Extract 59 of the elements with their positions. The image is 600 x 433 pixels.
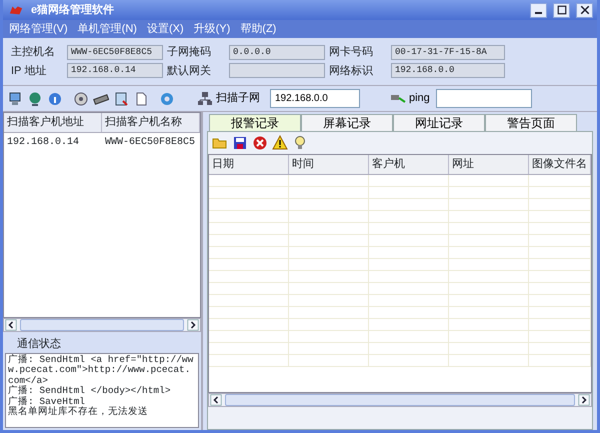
maximize-button[interactable]	[553, 2, 570, 18]
close-button[interactable]	[576, 2, 593, 18]
info-field: 192.168.0.0	[391, 63, 505, 78]
field-label: 网卡号码	[329, 45, 374, 60]
ping-button[interactable]: ping	[388, 90, 432, 107]
scroll-left-icon[interactable]	[4, 319, 18, 331]
column-header[interactable]: 扫描客户机名称	[102, 113, 200, 132]
table-cell-text: 192.168.0.14	[6, 136, 80, 150]
column-header[interactable]: 日期	[209, 155, 289, 174]
field-label: IP 地址	[11, 64, 48, 78]
scan-subnet-button[interactable]: 扫描子网	[195, 90, 262, 107]
computer-icon[interactable]	[7, 90, 23, 106]
minimize-button[interactable]	[530, 2, 547, 18]
tab[interactable]: 网址记录	[393, 114, 485, 131]
column-header[interactable]: 图像文件名	[529, 155, 591, 174]
log-line: 广播: SaveHtml	[8, 396, 86, 406]
horizontal-scrollbar[interactable]	[3, 318, 201, 332]
field-label: 主控机名	[11, 44, 56, 60]
column-header[interactable]: 时间	[289, 155, 369, 174]
info-field: WWW-6EC50F8E8C5	[67, 44, 163, 60]
log-line: 广播: SendHtml <a href="http://www.pcecat.com">http://www.pcecat.com</a>	[8, 354, 194, 386]
menu-item[interactable]: 升级(Y)	[194, 20, 230, 38]
delete-icon[interactable]	[252, 135, 268, 151]
warning-icon[interactable]	[272, 135, 288, 151]
scroll-right-icon[interactable]	[577, 394, 591, 406]
save-icon[interactable]	[232, 135, 248, 151]
log-line: 黑名单网址库不存在，无法发送	[8, 407, 149, 418]
window-title: e猫网络管理软件	[31, 2, 114, 18]
document-scan-icon[interactable]	[113, 90, 129, 106]
network-icon	[197, 90, 213, 106]
column-header[interactable]: 客户机	[369, 155, 449, 174]
tab[interactable]: 报警记录	[209, 114, 301, 131]
menu-item[interactable]: 单机管理(N)	[78, 20, 137, 38]
light-bulb-icon[interactable]	[292, 135, 308, 151]
scroll-right-icon[interactable]	[186, 319, 200, 331]
log-line: 广播: SendHtml </body></html>	[8, 386, 172, 396]
field-label: 网络标识	[329, 64, 374, 78]
info-field: 192.168.0.14	[67, 63, 163, 78]
tab[interactable]: 屏幕记录	[301, 114, 393, 131]
group-title: 通信状态	[16, 336, 62, 352]
menu-item[interactable]: 帮助(Z)	[240, 20, 276, 38]
scroll-left-icon[interactable]	[209, 394, 223, 406]
field-label: 默认网关	[167, 64, 212, 78]
menu-item[interactable]: 设置(X)	[146, 20, 184, 38]
minimize-icon	[535, 12, 542, 14]
close-icon	[578, 4, 590, 16]
field-label: 子网掩码	[167, 45, 212, 60]
column-header[interactable]: 网址	[449, 155, 529, 174]
maximize-icon	[556, 4, 568, 16]
ping-field[interactable]	[436, 89, 532, 108]
table-cell-text: WWW-6EC50F8E8C5	[104, 136, 196, 150]
disc-icon[interactable]	[73, 90, 89, 106]
tab[interactable]: 警告页面	[485, 114, 577, 131]
info-field: 00-17-31-7F-15-8A	[391, 44, 505, 60]
menu-item[interactable]: 网络管理(V)	[9, 20, 68, 38]
horizontal-scrollbar[interactable]	[208, 393, 592, 407]
subnet-field[interactable]: 192.168.0.0	[270, 89, 360, 108]
column-header[interactable]: 扫描客户机地址	[4, 113, 102, 132]
info-field: 0.0.0.0	[229, 44, 325, 60]
